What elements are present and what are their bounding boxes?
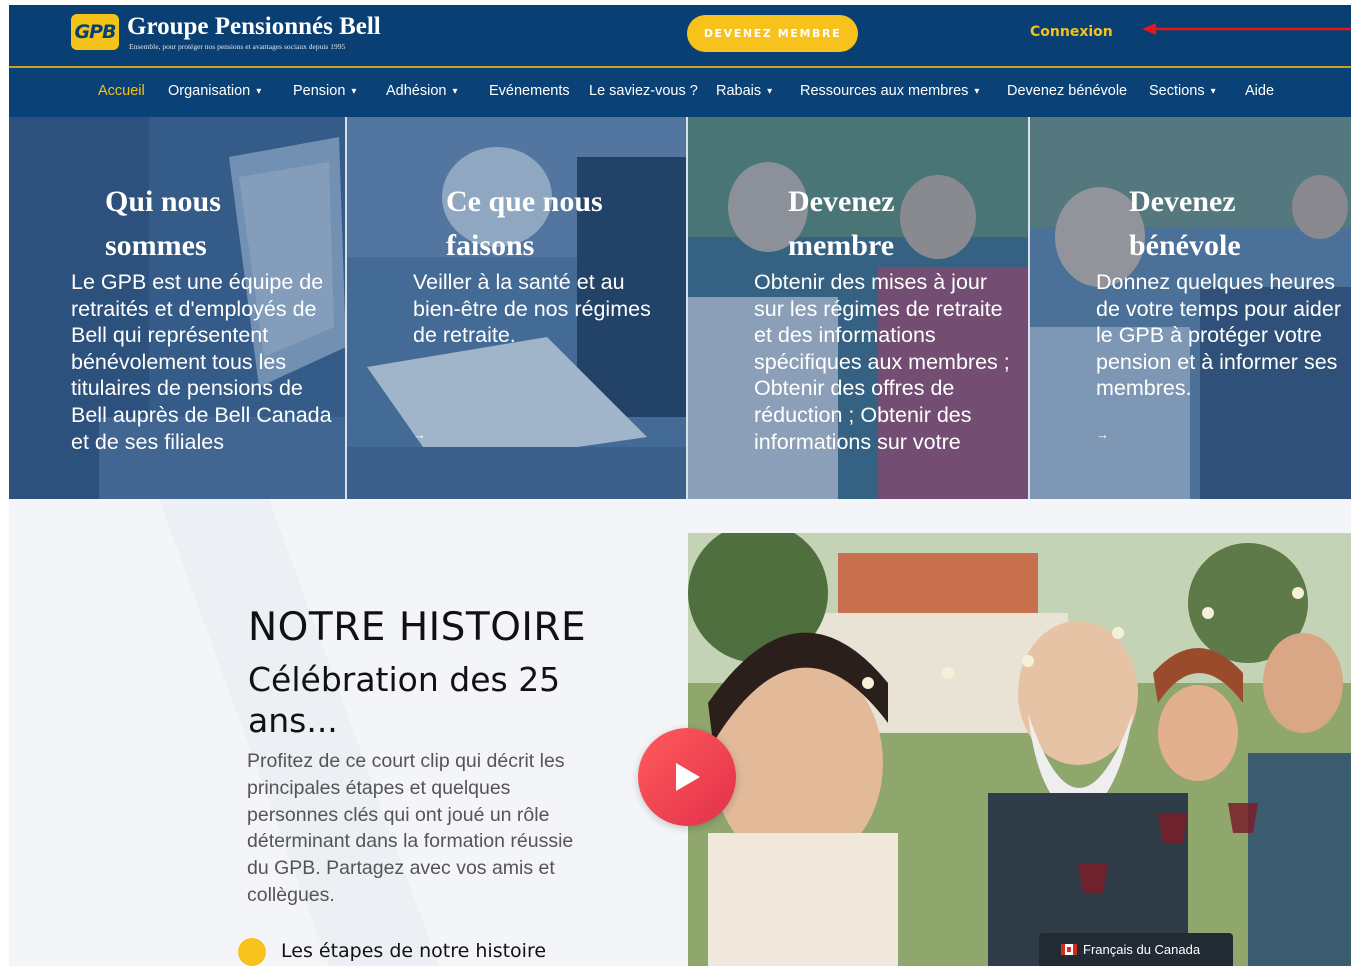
nav-label: Sections — [1149, 83, 1205, 99]
arrow-right-icon[interactable]: → — [1096, 427, 1109, 442]
chevron-down-icon: ▾ — [351, 86, 357, 97]
nav-label: Evénements — [489, 83, 570, 99]
panel-devenez-benevole[interactable]: Devenez bénévole Donnez quelques heures … — [1030, 117, 1351, 499]
bullet-dot-icon — [238, 938, 266, 966]
nav-item-evenements[interactable]: Evénements — [489, 83, 570, 99]
panel-divider — [686, 117, 688, 499]
nav-item-organisation[interactable]: Organisation ▾ — [168, 83, 261, 99]
section-subheading: Célébration des 25 ans... — [248, 660, 561, 740]
nav-item-accueil[interactable]: Accueil — [98, 83, 145, 99]
celebration-photo — [688, 533, 1351, 966]
nav-item-adhesion[interactable]: Adhésion ▾ — [386, 83, 458, 99]
gpb-logo[interactable]: GPB — [71, 14, 119, 50]
brand-tagline: Ensemble, pour protéger nos pensions et … — [129, 42, 346, 51]
panel-qui-nous-sommes[interactable]: Qui nous sommes Le GPB est une équipe de… — [9, 117, 346, 499]
nav-item-ressources[interactable]: Ressources aux membres ▾ — [800, 83, 979, 99]
panel-title: Qui nous sommes — [105, 185, 221, 262]
nav-label: Pension — [293, 83, 346, 99]
story-section: NOTRE HISTOIRE Célébration des 25 ans...… — [9, 499, 1351, 966]
panel-title: Ce que nous faisons — [446, 185, 603, 262]
section-paragraph: Profitez de ce court clip qui décrit les… — [247, 750, 574, 906]
chevron-down-icon: ▾ — [256, 86, 262, 97]
nav-item-devenez-benevole[interactable]: Devenez bénévole — [1007, 83, 1127, 99]
canada-flag-icon — [1061, 944, 1077, 955]
nav-item-le-saviez-vous[interactable]: Le saviez-vous ? — [589, 83, 698, 99]
history-steps-link[interactable]: Les étapes de notre histoire — [281, 940, 546, 962]
nav-item-sections[interactable]: Sections ▾ — [1149, 83, 1216, 99]
nav-label: Aide — [1245, 83, 1275, 99]
top-header: GPB Groupe Pensionnés Bell Ensemble, pou… — [9, 5, 1351, 68]
chevron-down-icon: ▾ — [974, 86, 980, 97]
chevron-down-icon: ▾ — [767, 86, 773, 97]
nav-label: Ressources aux membres — [800, 83, 969, 99]
panel-text: Veiller à la santé et au bien-être de no… — [413, 270, 651, 348]
panel-title: Devenez bénévole — [1129, 185, 1241, 262]
language-label: Français du Canada — [1083, 942, 1201, 957]
red-annotation-arrow-icon — [1142, 23, 1351, 35]
play-icon — [676, 763, 700, 791]
panel-text: Obtenir des mises à jour sur les régimes… — [754, 270, 1010, 454]
video-play-button[interactable] — [638, 728, 736, 826]
arrow-right-icon[interactable]: → — [413, 427, 426, 442]
logo-text: GPB — [74, 21, 116, 43]
nav-item-rabais[interactable]: Rabais ▾ — [716, 83, 772, 99]
nav-label: Accueil — [98, 83, 145, 99]
nav-label: Adhésion — [386, 83, 447, 99]
nav-label: Rabais — [716, 83, 762, 99]
nav-label: Le saviez-vous ? — [589, 83, 698, 99]
chevron-down-icon: ▾ — [1210, 86, 1216, 97]
nav-label: Organisation — [168, 83, 251, 99]
celebration-photo-illustration — [688, 533, 1351, 966]
panel-title: Devenez membre — [788, 185, 895, 262]
nav-label: Devenez bénévole — [1007, 83, 1128, 99]
panel-divider — [345, 117, 347, 499]
become-member-button[interactable]: DEVENEZ MEMBRE — [687, 15, 858, 52]
panel-devenez-membre[interactable]: Devenez membre Obtenir des mises à jour … — [688, 117, 1029, 499]
main-navigation: Accueil Organisation ▾ Pension ▾ Adhésion ▾… — [9, 68, 1351, 117]
language-selector[interactable]: Français du Canada — [1039, 933, 1233, 966]
panel-divider — [1028, 117, 1030, 499]
brand-name[interactable]: Groupe Pensionnés Bell — [127, 13, 381, 41]
chevron-down-icon: ▾ — [452, 86, 458, 97]
login-link[interactable]: Connexion — [1030, 24, 1113, 40]
nav-item-pension[interactable]: Pension ▾ — [293, 83, 356, 99]
nav-item-aide[interactable]: Aide — [1245, 83, 1274, 99]
panel-text: Donnez quelques heures de votre temps po… — [1096, 270, 1341, 401]
panel-ce-que-nous-faisons[interactable]: Ce que nous faisons Veiller à la santé e… — [347, 117, 687, 499]
panel-text: Le GPB est une équipe de retraités et d'… — [71, 270, 332, 454]
section-heading: NOTRE HISTOIRE — [248, 605, 587, 650]
hero-panels: Qui nous sommes Le GPB est une équipe de… — [9, 117, 1351, 499]
